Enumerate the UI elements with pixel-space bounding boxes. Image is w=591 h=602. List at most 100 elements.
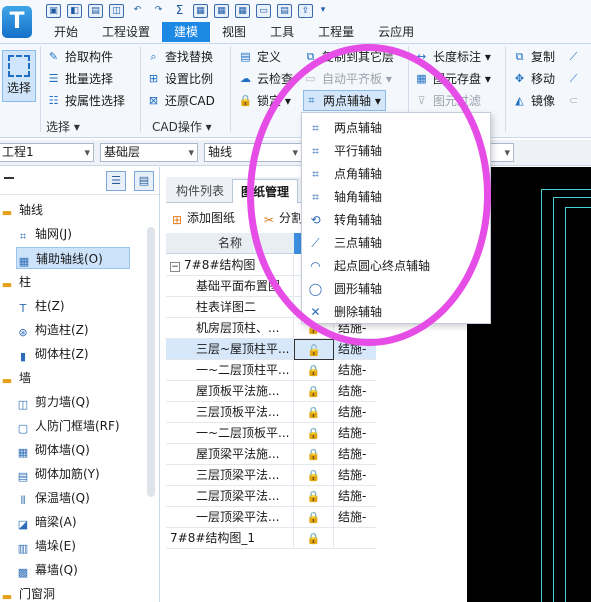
tree-item[interactable]: ▢ 人防门框墙(RF) — [16, 415, 120, 437]
element-save-button[interactable]: ▦ 图元存盘 ▾ — [414, 68, 491, 89]
menu-item-circle-axis[interactable]: ◯ 圆形辅轴 — [302, 278, 490, 301]
menu-item-project-settings[interactable]: 工程设置 — [90, 22, 162, 42]
open-icon[interactable]: ▤ — [88, 4, 103, 18]
select-by-attribute-button[interactable]: ☷ 按属性选择 — [46, 90, 125, 111]
restore-cad-button[interactable]: ⊠ 还原CAD — [146, 90, 215, 111]
select-group-label[interactable]: 选择 ▾ — [46, 118, 80, 135]
menu-item-modeling[interactable]: 建模 — [162, 22, 211, 42]
menu-item-rotation-axis[interactable]: ⟲ 转角辅轴 — [302, 209, 490, 232]
sum-icon[interactable]: Σ — [172, 4, 187, 18]
more-icon[interactable]: ▾ — [319, 4, 327, 18]
grid3-icon[interactable]: ▦ — [235, 4, 250, 18]
tree-item[interactable]: ▤ 砌体加筋(Y) — [16, 463, 100, 485]
tree-item[interactable]: ⊛ 构造柱(Z) — [16, 319, 88, 341]
two-point-axis-button[interactable]: ⌗ 两点辅轴 ▾ — [303, 90, 386, 111]
tree-item[interactable]: ▮ 砌体柱(Z) — [16, 343, 89, 365]
copy-button[interactable]: ⧉ 复制 — [512, 46, 555, 67]
table-row[interactable]: 屋顶板平法施... 🔒 结施- — [166, 381, 376, 402]
redo-arrow-icon[interactable]: ↷ — [151, 4, 166, 18]
batch-select-button[interactable]: ☰ 批量选择 — [46, 68, 113, 89]
lock-icon[interactable]: 🔒 — [294, 360, 334, 381]
lock-icon[interactable]: 🔒 — [294, 465, 334, 486]
auto-align-slab-button[interactable]: ▭ 自动平齐板 ▾ — [303, 68, 392, 89]
undo-icon[interactable]: ◧ — [67, 4, 82, 18]
tree-item[interactable]: ⦀ 保温墙(Q) — [16, 487, 90, 509]
grid2-icon[interactable]: ▦ — [214, 4, 229, 18]
tree-item[interactable]: ▩ 幕墙(Q) — [16, 559, 78, 581]
doc-icon[interactable]: ▭ — [256, 4, 271, 18]
element-filter-button[interactable]: ⊽ 图元过滤 — [414, 90, 481, 111]
menu-item-two-point-axis[interactable]: ⌗ 两点辅轴 — [302, 117, 490, 140]
tree-category[interactable]: ▬ 柱 — [0, 271, 31, 293]
collapse-icon[interactable] — [4, 177, 14, 179]
tree-item[interactable]: ◪ 暗梁(A) — [16, 511, 77, 533]
mirror-button[interactable]: ◭ 镜像 — [512, 90, 555, 111]
extend-icon[interactable]: ⟋ — [566, 46, 585, 67]
layer-select[interactable]: 基础层 — [100, 143, 198, 162]
lock-icon[interactable]: 🔒 — [294, 486, 334, 507]
menu-item-delete-axis[interactable]: ✕ 删除辅轴 — [302, 301, 490, 324]
menu-item-view[interactable]: 视图 — [210, 22, 258, 42]
define-button[interactable]: ▤ 定义 — [238, 46, 281, 67]
menu-item-arc-center-axis[interactable]: ◠ 起点圆心终点辅轴 — [302, 255, 490, 278]
table-row[interactable]: 三层顶板平法... 🔒 结施- — [166, 402, 376, 423]
column-name-header[interactable]: 名称 — [166, 233, 294, 254]
lock-icon[interactable]: 🔓 — [294, 339, 334, 360]
find-replace-button[interactable]: ⌕ 查找替换 — [146, 46, 213, 67]
component-type-select[interactable]: 轴线 — [204, 143, 302, 162]
menu-item-tools[interactable]: 工具 — [258, 22, 306, 42]
tree-item[interactable]: ▥ 墙垛(E) — [16, 535, 76, 557]
tree-category[interactable]: ▬ 墙 — [0, 367, 31, 389]
project-select[interactable]: 工程1 — [0, 143, 94, 162]
break-icon[interactable]: ⟋ — [566, 68, 585, 89]
table-row[interactable]: 一层顶梁平法... 🔒 结施- — [166, 507, 376, 528]
detail-view-icon[interactable]: ▤ — [134, 171, 154, 191]
lock-icon[interactable]: 🔒 — [294, 402, 334, 423]
table-row[interactable]: 一~二层顶板平... 🔒 结施- — [166, 423, 376, 444]
length-dimension-button[interactable]: ↔ 长度标注 ▾ — [414, 46, 491, 67]
lock-icon[interactable]: 🔒 — [294, 528, 334, 549]
tree-scrollbar[interactable] — [147, 227, 155, 497]
upload-icon[interactable]: ⇪ — [298, 4, 313, 18]
collapse-toggle-icon[interactable]: − — [170, 262, 180, 272]
save-icon[interactable]: ▣ — [46, 4, 61, 18]
menu-item-parallel-axis[interactable]: ⌗ 平行辅轴 — [302, 140, 490, 163]
tree-item[interactable]: T 柱(Z) — [16, 295, 65, 317]
copy-to-other-layer-button[interactable]: ⧉ 复制到其它层 — [303, 46, 394, 67]
add-drawing-button[interactable]: ⊞ 添加图纸 — [170, 209, 235, 227]
table-row[interactable]: 三层顶梁平法... 🔒 结施- — [166, 465, 376, 486]
tab-component-list[interactable]: 构件列表 — [168, 179, 232, 203]
lock-icon[interactable]: 🔒 — [294, 507, 334, 528]
menu-item-quantity[interactable]: 工程量 — [306, 22, 366, 42]
cloud-check-button[interactable]: ☁ 云检查 — [238, 68, 293, 89]
lock-icon[interactable]: 🔒 — [294, 444, 334, 465]
lock-gray-icon[interactable]: ⊂ — [566, 90, 585, 111]
table-row[interactable]: 三层~屋顶柱平... 🔓 结施- — [166, 339, 376, 360]
tree-item[interactable]: ⌗ 轴网(J) — [16, 223, 72, 245]
menu-item-start[interactable]: 开始 — [42, 22, 90, 42]
set-scale-button[interactable]: ⊞ 设置比例 — [146, 68, 213, 89]
table-row[interactable]: 7#8#结构图_1 🔒 — [166, 528, 376, 549]
menu-item-cloud[interactable]: 云应用 — [366, 22, 426, 42]
undo-arrow-icon[interactable]: ↶ — [130, 4, 145, 18]
tree-category[interactable]: ▬ 轴线 — [0, 199, 43, 221]
tree-item[interactable]: ▦ 辅助轴线(O) — [16, 247, 130, 269]
menu-item-three-point-axis[interactable]: ⟋ 三点辅轴 — [302, 232, 490, 255]
select-button[interactable]: 选择 — [2, 50, 36, 102]
tree-item[interactable]: ◫ 剪力墙(Q) — [16, 391, 90, 413]
lock-button[interactable]: 🔒 锁定 ▾ — [238, 90, 291, 111]
component-select[interactable] — [490, 143, 514, 162]
folder-icon[interactable]: ◫ — [109, 4, 124, 18]
move-button[interactable]: ✥ 移动 — [512, 68, 555, 89]
pick-component-button[interactable]: ✎ 拾取构件 — [46, 46, 113, 67]
tab-drawing-management[interactable]: 图纸管理 — [232, 179, 299, 203]
table-row[interactable]: 二层顶梁平法... 🔒 结施- — [166, 486, 376, 507]
table-row[interactable]: 一~二层顶柱平... 🔒 结施- — [166, 360, 376, 381]
tree-category[interactable]: ▬ 门窗洞 — [0, 583, 55, 602]
lock-icon[interactable]: 🔒 — [294, 423, 334, 444]
list-view-icon[interactable]: ☰ — [106, 171, 126, 191]
cad-group-label[interactable]: CAD操作 ▾ — [152, 118, 212, 135]
menu-item-point-angle-axis[interactable]: ⌗ 点角辅轴 — [302, 163, 490, 186]
menu-item-axis-angle-axis[interactable]: ⌗ 轴角辅轴 — [302, 186, 490, 209]
lock-icon[interactable]: 🔒 — [294, 381, 334, 402]
